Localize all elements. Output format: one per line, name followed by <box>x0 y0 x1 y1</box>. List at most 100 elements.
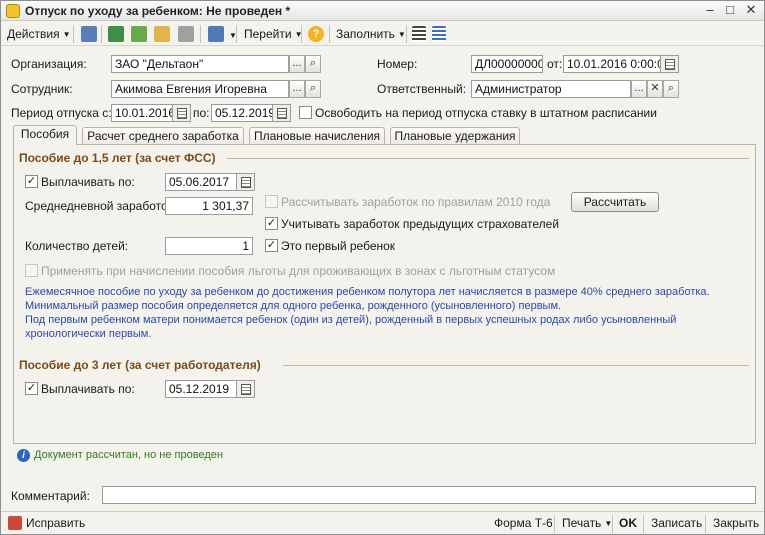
save-button[interactable]: Записать <box>651 516 702 530</box>
calendar-button[interactable] <box>237 173 255 191</box>
actions-menu-label: Действия <box>7 27 60 41</box>
chevron-down-icon: ▼ <box>62 30 71 39</box>
responsible-field[interactable]: Администратор <box>471 80 631 98</box>
toolbar-separator <box>406 25 407 43</box>
toolbar-separator <box>236 25 237 43</box>
prev-insurers-label: Учитывать заработок предыдущих страховат… <box>281 217 560 231</box>
minimize-button[interactable]: – <box>701 3 719 19</box>
benefit15-title: Пособие до 1,5 лет (за счет ФСС) <box>19 151 216 165</box>
release-rate-label: Освободить на период отпуска ставку в шт… <box>315 106 657 120</box>
maximize-button[interactable]: □ <box>721 3 739 19</box>
document-window: Отпуск по уходу за ребенком: Не проведен… <box>0 0 765 535</box>
benefit3-title: Пособие до 3 лет (за счет работодателя) <box>19 358 261 372</box>
toolbar-separator <box>705 515 706 533</box>
post-and-close-icon[interactable] <box>81 26 97 42</box>
actions-menu[interactable]: Действия ▼ <box>7 27 71 41</box>
period-to-field[interactable]: 05.12.2019 <box>211 104 273 122</box>
calc-2010-checkbox <box>265 195 278 208</box>
bottom-bar: Исправить Форма Т-6 Печать ▼ OK Записать … <box>1 511 764 534</box>
org-field[interactable]: ЗАО "Дельтаон" <box>111 55 289 73</box>
settings-list-icon[interactable] <box>432 26 446 42</box>
employee-label: Сотрудник: <box>11 82 73 96</box>
doc-date-field[interactable]: 10.01.2016 0:00:0 <box>563 55 661 73</box>
comment-field[interactable] <box>102 486 756 504</box>
help-icon[interactable]: ? <box>308 26 324 42</box>
close-button[interactable]: Закрыть <box>713 516 759 530</box>
fill-menu-label: Заполнить <box>336 27 395 41</box>
avg-earnings-field[interactable]: 1 301,37 <box>165 197 253 215</box>
benefit-info-text: Ежемесячное пособие по уходу за ребенком… <box>25 285 750 341</box>
date-from-label: от: <box>547 57 563 71</box>
clear-icon[interactable]: ✕ <box>647 80 663 98</box>
active-tab-joiner <box>14 143 76 145</box>
fix-button[interactable]: Исправить <box>26 516 85 530</box>
responsible-label: Ответственный: <box>377 82 467 96</box>
benefit3-pay-checkbox[interactable]: ✓ <box>25 382 38 395</box>
fill-menu[interactable]: Заполнить ▼ <box>336 27 406 41</box>
benefit15-pay-label: Выплачивать по: <box>41 175 135 189</box>
close-window-button[interactable]: ✕ <box>742 3 760 19</box>
toolbar-separator <box>101 25 102 43</box>
comment-label: Комментарий: <box>11 489 90 503</box>
toolbar-separator <box>329 25 330 43</box>
ok-button[interactable]: OK <box>619 516 637 530</box>
calc-2010-label: Рассчитывать заработок по правилам 2010 … <box>281 195 551 209</box>
benefit3-pay-label: Выплачивать по: <box>41 382 135 396</box>
calendar-icon <box>177 108 187 119</box>
info-line: Под первым ребенком матери понимается ре… <box>25 314 677 326</box>
toolbar-separator <box>301 25 302 43</box>
calendar-button[interactable] <box>661 55 679 73</box>
first-child-checkbox[interactable]: ✓ <box>265 239 278 252</box>
info-line: Минимальный размер пособия определяется … <box>25 300 562 312</box>
section-divider <box>283 365 749 366</box>
goto-menu-label: Перейти <box>244 27 292 41</box>
form-t6-button[interactable]: Форма Т-6 <box>494 516 553 530</box>
goto-menu[interactable]: Перейти ▼ <box>244 27 302 41</box>
employee-field[interactable]: Акимова Евгения Игоревна <box>111 80 289 98</box>
benefit3-pay-date-field[interactable]: 05.12.2019 <box>165 380 237 398</box>
toolbar: Действия ▼ ▼ Перейти ▼ ? Заполнить ▼ <box>1 22 764 46</box>
org-select-button[interactable]: ... <box>289 55 305 73</box>
tab-planned-deductions[interactable]: Плановые удержания <box>390 127 520 145</box>
delete-icon[interactable] <box>178 26 194 42</box>
calendar-button[interactable] <box>273 104 291 122</box>
period-from-field[interactable]: 10.01.2016 <box>111 104 173 122</box>
search-icon[interactable]: ⌕ <box>305 55 321 73</box>
benefit15-pay-checkbox[interactable]: ✓ <box>25 175 38 188</box>
fix-icon[interactable] <box>8 516 22 530</box>
employee-select-button[interactable]: ... <box>289 80 305 98</box>
tab-benefits[interactable]: Пособия <box>13 125 77 145</box>
children-count-label: Количество детей: <box>25 239 129 253</box>
number-field[interactable]: ДЛ00000000 <box>471 55 543 73</box>
calendar-icon <box>241 384 251 395</box>
calendar-icon <box>277 108 287 119</box>
refresh-icon[interactable] <box>108 26 124 42</box>
first-child-label: Это первый ребенок <box>281 239 396 253</box>
info-icon: i <box>17 449 30 462</box>
release-rate-checkbox[interactable] <box>299 106 312 119</box>
info-line: Ежемесячное пособие по уходу за ребенком… <box>25 286 710 298</box>
responsible-select-button[interactable]: ... <box>631 80 647 98</box>
children-count-field[interactable]: 1 <box>165 237 253 255</box>
toolbar-separator <box>73 25 74 43</box>
structure-icon[interactable] <box>208 26 224 42</box>
tab-planned-accruals[interactable]: Плановые начисления <box>249 127 385 145</box>
toolbar-separator <box>200 25 201 43</box>
search-icon[interactable]: ⌕ <box>663 80 679 98</box>
list-view-icon[interactable] <box>412 26 426 42</box>
chevron-down-icon: ▼ <box>397 30 406 39</box>
prev-insurers-checkbox[interactable]: ✓ <box>265 217 278 230</box>
print-menu-label: Печать <box>562 516 602 530</box>
calendar-button[interactable] <box>173 104 191 122</box>
privilege-checkbox <box>25 264 38 277</box>
print-menu[interactable]: Печать ▼ <box>562 516 612 530</box>
calculate-button[interactable]: Рассчитать <box>571 192 659 212</box>
copy-icon[interactable] <box>131 26 147 42</box>
benefit15-pay-date-field[interactable]: 05.06.2017 <box>165 173 237 191</box>
window-title: Отпуск по уходу за ребенком: Не проведен… <box>25 4 291 18</box>
tab-avg-earnings[interactable]: Расчет среднего заработка <box>82 127 244 145</box>
edit-icon[interactable] <box>154 26 170 42</box>
toolbar-separator <box>554 515 555 533</box>
search-icon[interactable]: ⌕ <box>305 80 321 98</box>
calendar-button[interactable] <box>237 380 255 398</box>
